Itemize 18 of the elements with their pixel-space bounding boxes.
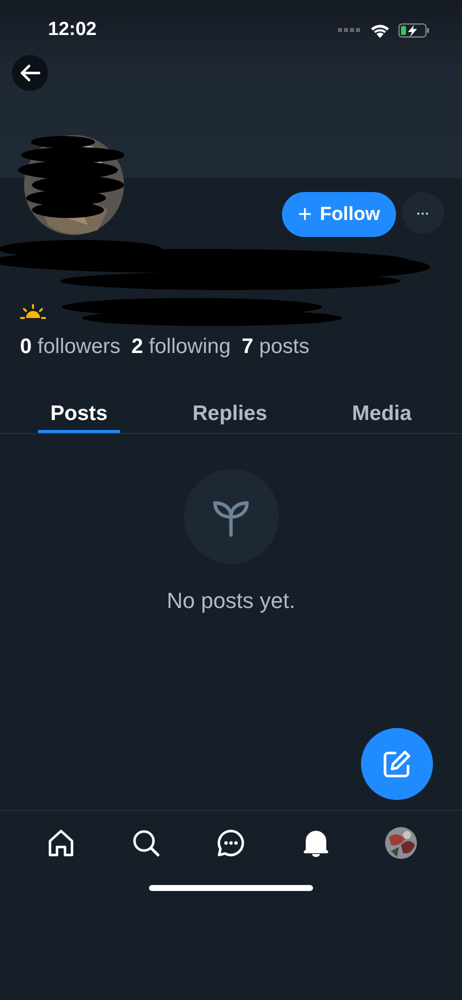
empty-message: No posts yet. xyxy=(166,588,296,614)
back-arrow-icon xyxy=(19,64,41,82)
signal-icon xyxy=(338,28,362,32)
profile-tab[interactable]: Posts xyxy=(38,383,120,433)
sunrise-icon xyxy=(20,304,46,320)
avatar[interactable] xyxy=(385,827,418,859)
chat-icon[interactable] xyxy=(216,828,246,858)
more-button[interactable]: ··· xyxy=(402,192,444,234)
profile-tab[interactable]: Replies xyxy=(180,383,280,433)
battery-charging-icon xyxy=(398,22,430,38)
status-time: 12:02 xyxy=(48,19,97,41)
compose-icon xyxy=(381,748,413,780)
profile-tab[interactable]: Media xyxy=(340,383,424,433)
stat-link[interactable]: 2 following xyxy=(131,335,231,359)
search-icon[interactable] xyxy=(130,828,161,858)
stat-link[interactable]: 0 followers xyxy=(20,335,120,359)
wifi-icon xyxy=(370,22,390,38)
stat-link[interactable]: 7 posts xyxy=(242,335,310,359)
